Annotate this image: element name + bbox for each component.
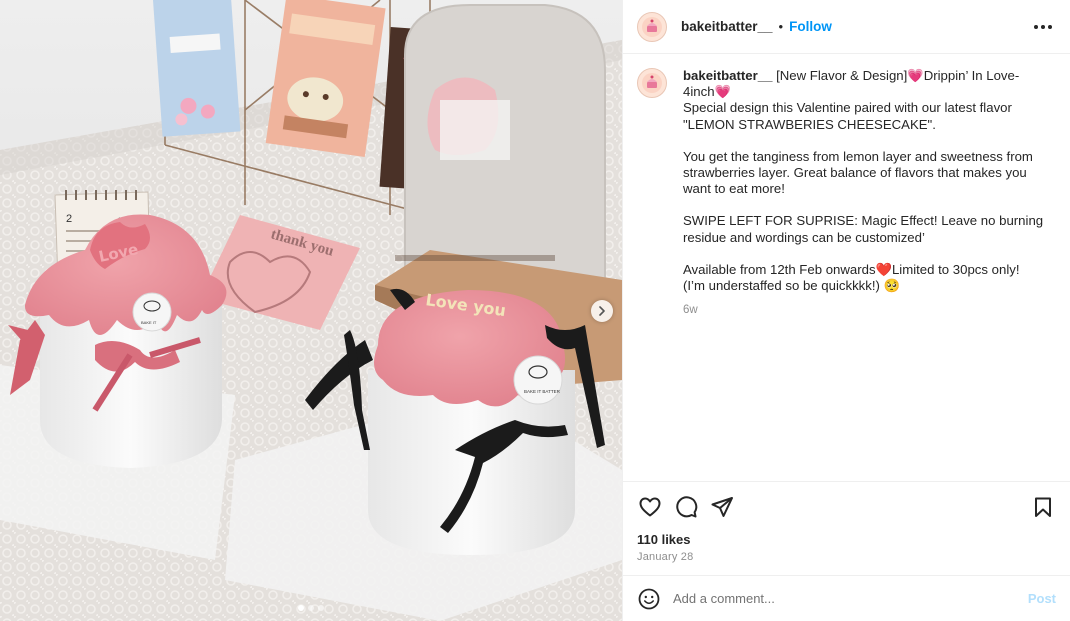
add-comment-row: Post (623, 575, 1070, 621)
follow-button[interactable]: Follow (789, 19, 832, 34)
share-icon (711, 497, 733, 517)
comment-input[interactable] (673, 591, 1028, 606)
bakery-logo-icon (642, 73, 662, 93)
caption-area: bakeitbatter__ [New Flavor & Design]💗Dri… (623, 54, 1070, 481)
comment-icon (676, 496, 698, 518)
caption-username[interactable]: bakeitbatter__ (683, 68, 772, 83)
save-button[interactable] (1030, 494, 1056, 520)
slide-dot (318, 605, 324, 611)
slide-indicator (0, 605, 622, 611)
calendar-month: 2 (66, 213, 72, 225)
caption-text: You get the tanginess from lemon layer a… (683, 148, 1037, 197)
action-bar (637, 492, 1056, 522)
svg-text:BAKE IT: BAKE IT (141, 320, 157, 325)
caption-text: SWIPE LEFT FOR SUPRISE: Magic Effect! Le… (683, 213, 1047, 245)
post-viewer: 2 2024 thank you Love BAKE I (0, 0, 1070, 621)
share-button[interactable] (709, 494, 735, 520)
slide-dot (298, 605, 304, 611)
bakery-logo-icon (642, 16, 662, 37)
header-username[interactable]: bakeitbatter__ (681, 19, 773, 34)
slide-dot (308, 605, 314, 611)
post-comment-button[interactable]: Post (1028, 591, 1056, 606)
caption-body: bakeitbatter__ [New Flavor & Design]💗Dri… (683, 68, 1045, 318)
bookmark-icon (1035, 497, 1051, 517)
chevron-right-icon (599, 306, 605, 316)
avatar[interactable] (637, 11, 667, 42)
comment-button[interactable] (673, 494, 699, 520)
caption-text: Available from 12th Feb onwards❤️Limited… (683, 261, 1024, 294)
time-ago[interactable]: 6w (683, 302, 1045, 318)
emoji-icon (638, 588, 660, 609)
next-slide-button[interactable] (591, 300, 613, 322)
post-date[interactable]: January 28 (637, 551, 1056, 563)
post-header: bakeitbatter__ • Follow (623, 0, 1070, 54)
more-options-icon[interactable] (1030, 21, 1056, 33)
sticker-text: BAKE IT BATTER (524, 389, 561, 394)
like-button[interactable] (637, 494, 663, 520)
likes-count[interactable]: 110 likes (637, 532, 1056, 547)
cake-photo: 2 2024 thank you Love BAKE I (0, 0, 622, 621)
caption: bakeitbatter__ [New Flavor & Design]💗Dri… (637, 68, 1054, 318)
avatar[interactable] (637, 68, 667, 98)
header-separator: • (778, 19, 784, 34)
caption-text: Special design this Valentine paired wit… (683, 100, 1016, 132)
emoji-button[interactable] (637, 587, 661, 611)
actions-area: 110 likes January 28 (623, 481, 1070, 575)
post-details-panel: bakeitbatter__ • Follow bakeitbatter__ [… (622, 0, 1070, 621)
heart-icon (639, 497, 661, 517)
post-media[interactable]: 2 2024 thank you Love BAKE I (0, 0, 622, 621)
